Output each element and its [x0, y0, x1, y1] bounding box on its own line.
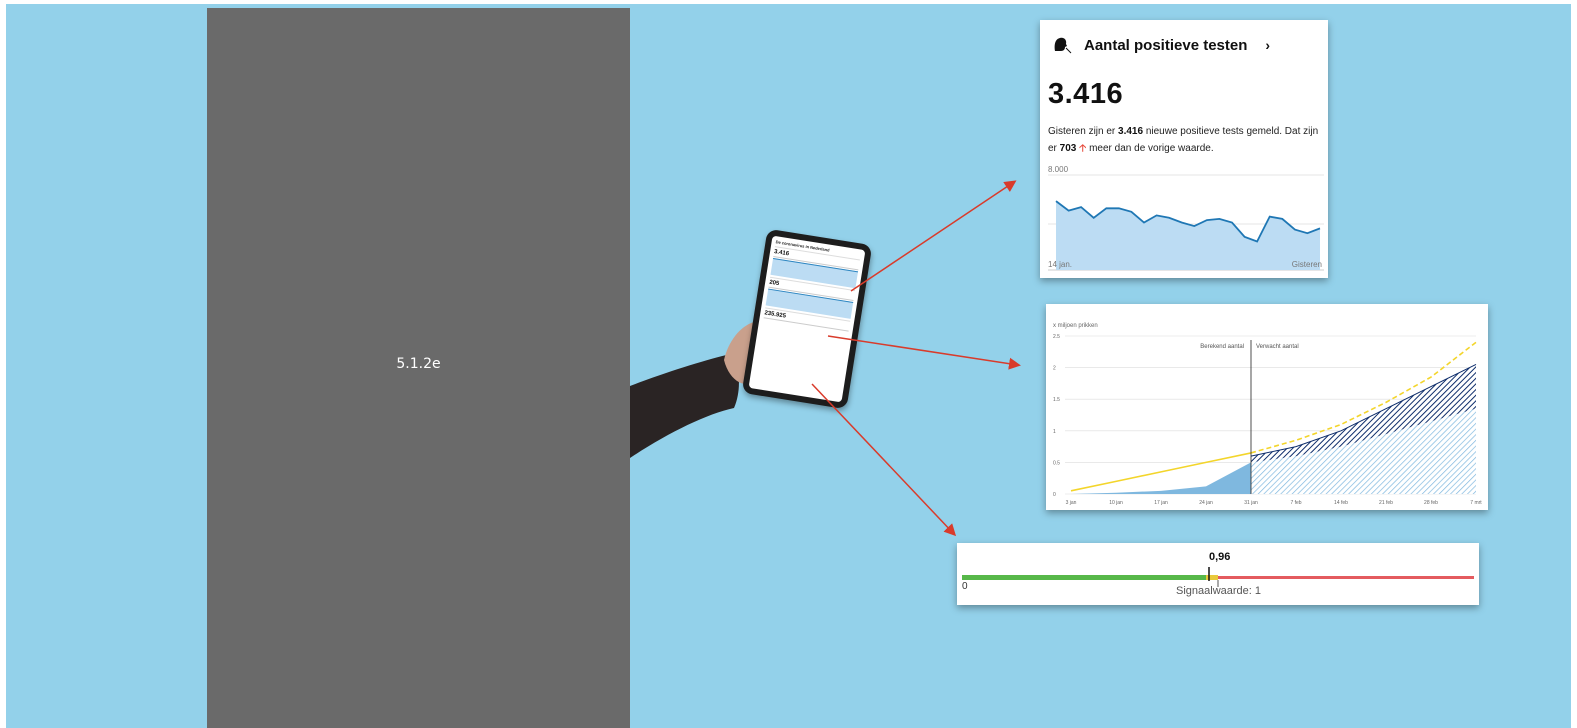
area-fill [1056, 201, 1320, 270]
tablet-device: De coronavirus in Nederland 3.416 205 23… [741, 228, 873, 410]
y-tick-label: 0 [1053, 492, 1056, 498]
positive-tests-chart: 8.000 14 jan. [1048, 165, 1324, 271]
positive-tests-value: 3.416 [1048, 78, 1124, 110]
label-expected: Verwacht aantal [1256, 344, 1299, 350]
x-start-label: 14 jan. [1048, 260, 1073, 269]
slide-background: 5.1.2e De coronavirus in Nederland 3.416… [6, 4, 1571, 728]
desc-value: 3.416 [1118, 126, 1144, 137]
reproduction-card: 0,96 0 Signaalwaarde: 1 [957, 543, 1479, 605]
chevron-right-icon[interactable]: › [1265, 37, 1270, 53]
scale-min-label: 0 [962, 581, 968, 592]
scale-green-segment [962, 575, 1206, 580]
y-tick-label: 2 [1053, 366, 1056, 372]
positive-tests-card[interactable]: Aantal positieve testen › 3.416 Gisteren… [1040, 20, 1328, 278]
y-tick-label: 0.5 [1053, 460, 1060, 466]
person-coughing-icon [1054, 37, 1072, 54]
calculated-area [1071, 462, 1251, 494]
x-tick-label: 28 feb [1424, 500, 1438, 506]
vaccinations-card: x miljoen prikken 0 0.5 1 1.5 2 2.5 3 jan 10 ja… [1046, 304, 1488, 510]
arrow-to-positive-tests [850, 180, 1017, 292]
x-tick-label: 3 jan [1066, 500, 1077, 506]
x-tick-label: 21 feb [1379, 500, 1393, 506]
x-tick-label: 31 jan [1244, 500, 1258, 506]
scale-red-segment [1218, 576, 1474, 579]
x-tick-label: 10 jan [1109, 500, 1123, 506]
label-calculated: Berekend aantal [1200, 344, 1244, 350]
positive-tests-title: Aantal positieve testen [1084, 36, 1248, 54]
x-tick-label: 14 feb [1334, 500, 1348, 506]
x-tick-label: 17 jan [1154, 500, 1168, 506]
x-tick-label: 7 mrt [1470, 500, 1482, 506]
placeholder-label: 5.1.2e [396, 356, 441, 372]
redacted-placeholder: 5.1.2e [207, 8, 630, 728]
y-tick-label: 2.5 [1053, 334, 1060, 340]
positive-tests-description: Gisteren zijn er 3.416 nieuwe positieve … [1048, 126, 1319, 154]
scale-yellow-segment [1206, 575, 1218, 580]
vaccinations-chart: x miljoen prikken 0 0.5 1 1.5 2 2.5 3 jan 10 ja… [1053, 323, 1482, 506]
y-tick-label: 1 [1053, 429, 1056, 435]
positive-tests-header[interactable]: Aantal positieve testen › [1052, 35, 1270, 55]
desc-diff: 703 [1059, 143, 1077, 154]
x-tick-label: 7 feb [1290, 500, 1301, 506]
y-tick-label: 8.000 [1048, 165, 1069, 174]
signal-value-label: Signaalwaarde: 1 [1176, 585, 1262, 597]
y-axis-label: x miljoen prikken [1053, 323, 1098, 329]
tablet-screen: De coronavirus in Nederland 3.416 205 23… [748, 235, 866, 403]
x-end-label: Gisteren [1291, 260, 1322, 269]
y-tick-label: 1.5 [1053, 397, 1060, 403]
x-tick-label: 24 jan [1199, 500, 1213, 506]
